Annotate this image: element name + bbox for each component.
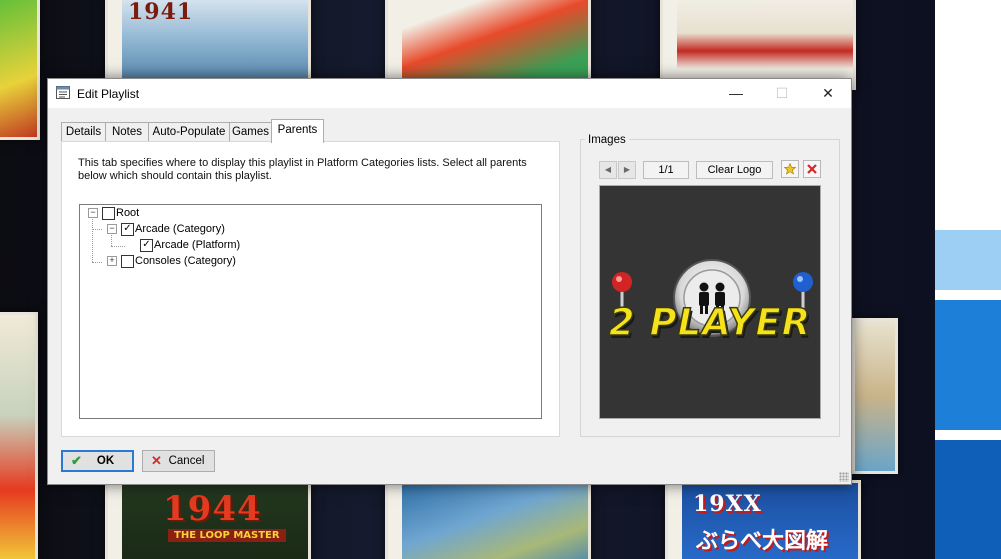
tree-node-label: Consoles (Category) [135, 255, 236, 267]
close-button[interactable]: ✕ [805, 79, 851, 108]
desktop-wallpaper [935, 0, 1001, 559]
game-cover [660, 0, 856, 90]
star-icon [783, 162, 797, 175]
window-title: Edit Playlist [77, 87, 140, 101]
image-counter: 1/1 [643, 161, 689, 179]
game-cover [385, 480, 591, 559]
root-checkbox[interactable] [102, 207, 115, 220]
collapse-icon[interactable]: − [107, 224, 117, 234]
tab-notes[interactable]: Notes [105, 122, 149, 142]
game-cover [0, 0, 40, 140]
parents-tree[interactable]: − Root − ✓ Arcade (Category) ✓ Arcade (P… [79, 204, 542, 419]
tree-node-root[interactable]: − Root [80, 205, 280, 221]
window-app-icon [56, 86, 70, 99]
tree-node-arcade-platform[interactable]: ✓ Arcade (Platform) [80, 237, 280, 253]
maximize-button[interactable]: ☐ [759, 79, 805, 108]
images-group-label: Images [585, 134, 629, 146]
consoles-category-checkbox[interactable] [121, 255, 134, 268]
logo-text: 2 PLAYER [608, 300, 812, 345]
tab-auto-populate[interactable]: Auto-Populate [148, 122, 230, 142]
add-image-button[interactable] [781, 160, 799, 178]
next-image-button[interactable]: ▶ [618, 161, 636, 179]
parents-tab-page: This tab specifies where to display this… [61, 141, 560, 437]
tab-parents[interactable]: Parents [271, 119, 324, 143]
game-cover-19xx: 19XX ぶらべ大図解 [665, 480, 861, 559]
expand-icon[interactable]: + [107, 256, 117, 266]
arcade-platform-checkbox[interactable]: ✓ [140, 239, 153, 252]
edit-playlist-dialog: Edit Playlist — ☐ ✕ Details Notes Auto-P… [47, 78, 852, 485]
parents-description: This tab specifies where to display this… [78, 157, 527, 182]
game-cover [852, 318, 898, 474]
tree-node-label: Arcade (Category) [135, 223, 225, 235]
ok-label: OK [96, 455, 115, 467]
tree-node-consoles-category[interactable]: + Consoles (Category) [80, 253, 280, 269]
minimize-button[interactable]: — [713, 79, 759, 108]
game-cover-1941: 1941 [105, 0, 311, 90]
resize-grip[interactable] [839, 472, 849, 482]
tree-node-label: Arcade (Platform) [154, 239, 241, 251]
delete-image-button[interactable] [803, 160, 821, 178]
tree-node-label: Root [116, 207, 140, 219]
clear-logo-preview: 2 PLAYER [599, 185, 821, 419]
tab-games[interactable]: Games [229, 122, 272, 142]
tree-node-arcade-category[interactable]: − ✓ Arcade (Category) [80, 221, 280, 237]
cancel-label: Cancel [168, 455, 205, 467]
game-cover-1944: 1944 THE LOOP MASTER [105, 480, 311, 559]
game-cover [0, 312, 38, 559]
image-type-button[interactable]: Clear Logo [696, 161, 773, 179]
tab-details[interactable]: Details [61, 122, 106, 142]
collapse-icon[interactable]: − [88, 208, 98, 218]
game-cover [385, 0, 591, 90]
arcade-category-checkbox[interactable]: ✓ [121, 223, 134, 236]
delete-x-icon [807, 164, 817, 174]
cancel-button[interactable]: ✕ Cancel [142, 450, 215, 472]
ok-button[interactable]: ✔ OK [61, 450, 134, 472]
title-bar[interactable]: Edit Playlist — ☐ ✕ [48, 79, 851, 108]
previous-image-button[interactable]: ◀ [599, 161, 617, 179]
